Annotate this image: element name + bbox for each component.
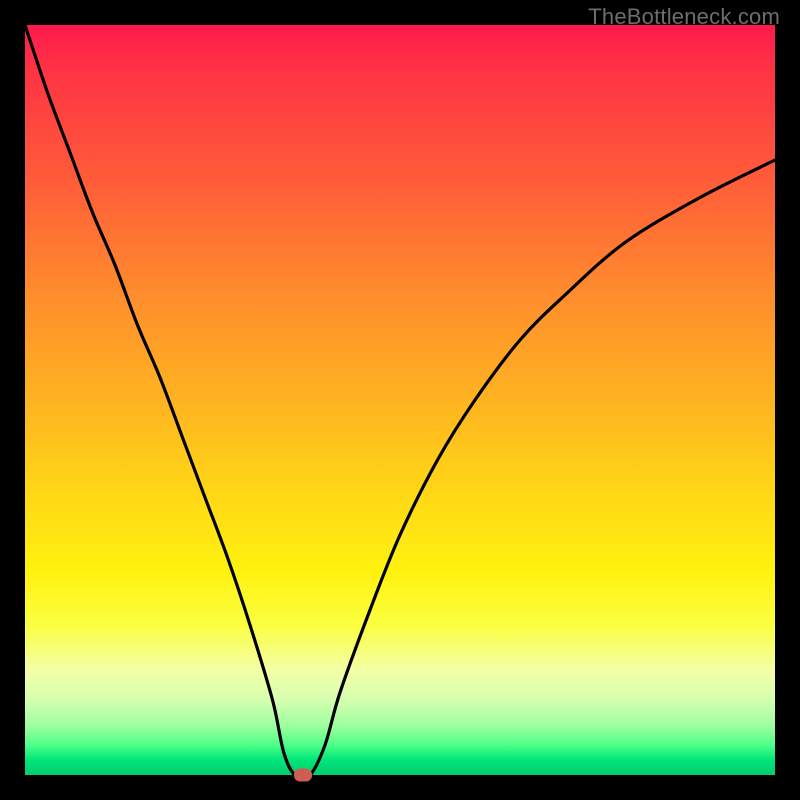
curve-layer xyxy=(25,25,775,775)
optimal-marker xyxy=(294,769,312,782)
chart-frame: TheBottleneck.com xyxy=(0,0,800,800)
bottleneck-curve xyxy=(25,25,775,778)
watermark-text: TheBottleneck.com xyxy=(588,4,780,30)
